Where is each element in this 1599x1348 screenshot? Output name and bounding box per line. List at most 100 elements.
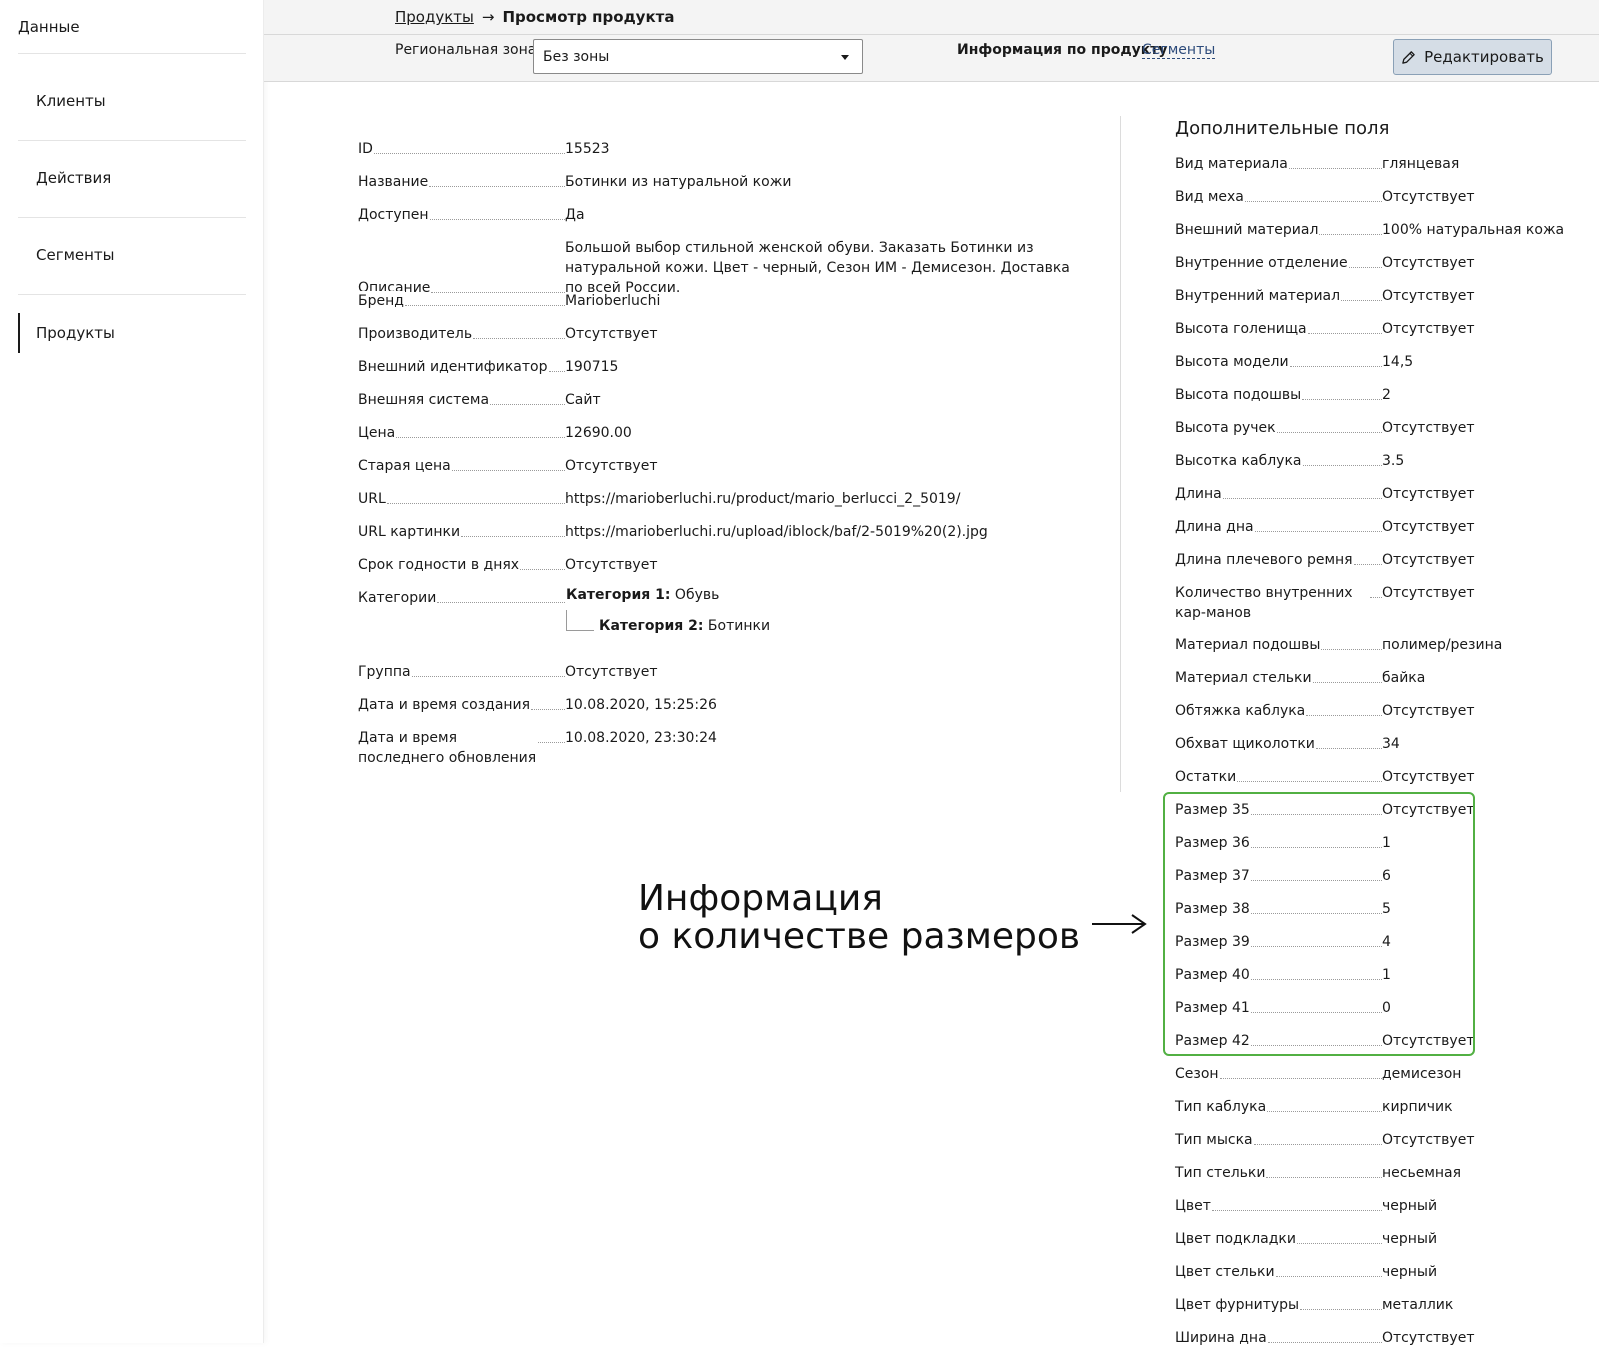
field-label: Высота голенища xyxy=(1175,319,1308,339)
field-label: Внешняя система xyxy=(358,390,491,410)
field-value: 12690.00 xyxy=(565,425,632,441)
field-label: Длина плечевого ремня xyxy=(1175,550,1354,570)
product-url[interactable]: https://marioberluchi.ru/product/mario_b… xyxy=(565,489,1087,509)
pencil-icon xyxy=(1402,50,1415,64)
field-label: Тип стельки xyxy=(1175,1163,1267,1183)
extra-field-row: Внутренние отделение Отсутствует xyxy=(1175,253,1592,273)
field-label: Внутренний материал xyxy=(1175,286,1342,306)
field-value: Отсутствует xyxy=(1382,189,1475,205)
sidebar-title: Данные xyxy=(18,18,80,36)
extra-field-row: Тип каблука кирпичик xyxy=(1175,1097,1592,1117)
extra-field-row: Материал стельки байка xyxy=(1175,668,1592,688)
edit-button[interactable]: Редактировать xyxy=(1393,39,1552,75)
field-label: Название xyxy=(358,172,430,192)
extra-field-row: Цвет стельки черный xyxy=(1175,1262,1592,1282)
field-value: Отсутствует xyxy=(1382,1132,1475,1148)
extra-field-row: Высота подошвы 2 xyxy=(1175,385,1592,405)
field-value: Отсутствует xyxy=(565,557,658,573)
field-row-price: Цена 12690.00 xyxy=(358,423,1087,443)
field-label: Обтяжка каблука xyxy=(1175,701,1307,721)
sidebar-item-segments[interactable]: Сегменты xyxy=(18,235,246,275)
field-value: черный xyxy=(1382,1264,1438,1280)
field-label: Категории xyxy=(358,588,438,608)
extra-field-row: Ширина дна Отсутствует xyxy=(1175,1328,1592,1348)
extra-field-row: Высота модели 14,5 xyxy=(1175,352,1592,372)
extra-field-row: Цвет черный xyxy=(1175,1196,1592,1216)
field-value: Сайт xyxy=(565,392,601,408)
field-value: Большой выбор стильной женской обуви. За… xyxy=(565,240,1070,296)
sidebar-item-actions[interactable]: Действия xyxy=(18,158,246,198)
field-label: Длина дна xyxy=(1175,517,1255,537)
field-label: Дата и время создания xyxy=(358,695,532,715)
breadcrumb-link-products[interactable]: Продукты xyxy=(395,8,474,26)
page-title: Просмотр продукта xyxy=(502,8,675,26)
category-2-value: Ботинки xyxy=(707,618,771,634)
sidebar-item-clients[interactable]: Клиенты xyxy=(18,81,246,121)
divider xyxy=(18,294,246,295)
field-row-categories: Категории xyxy=(358,588,1087,608)
breadcrumb-arrow-icon: → xyxy=(481,8,495,26)
field-value: демисезон xyxy=(1382,1066,1462,1082)
extra-field-row: Обхват щиколотки 34 xyxy=(1175,734,1592,754)
field-label: Высотка каблука xyxy=(1175,451,1303,471)
tree-line xyxy=(566,610,567,630)
extra-field-row: Внутренний материал Отсутствует xyxy=(1175,286,1592,306)
divider xyxy=(18,140,246,141)
breadcrumb: Продукты → Просмотр продукта xyxy=(395,8,674,26)
field-label: Высота подошвы xyxy=(1175,385,1303,405)
field-label: ID xyxy=(358,139,374,159)
zone-label: Региональная зона xyxy=(395,42,537,58)
field-value: 2 xyxy=(1382,387,1391,403)
field-label: Внутренние отделение xyxy=(1175,253,1349,273)
divider xyxy=(18,217,246,218)
field-label: Остатки xyxy=(1175,767,1238,787)
extra-field-row: Тип стельки несьемная xyxy=(1175,1163,1592,1183)
field-value: Отсутствует xyxy=(1382,288,1475,304)
annotation-line-1: Информация xyxy=(638,878,883,919)
field-value: полимер/резина xyxy=(1382,637,1503,653)
field-label: Внешний идентификатор xyxy=(358,357,549,377)
field-label: Дата и время последнего обновления xyxy=(358,728,538,768)
extra-field-row: Цвет фурнитуры металлик xyxy=(1175,1295,1592,1315)
field-label: Цвет подкладки xyxy=(1175,1229,1297,1249)
extra-field-row: Высота ручек Отсутствует xyxy=(1175,418,1592,438)
field-label: Цвет стельки xyxy=(1175,1262,1276,1282)
field-value: Отсутствует xyxy=(1382,552,1475,568)
field-label: Обхват щиколотки xyxy=(1175,734,1316,754)
field-value: 3.5 xyxy=(1382,453,1405,469)
product-image-url[interactable]: https://marioberluchi.ru/upload/iblock/b… xyxy=(565,522,1087,542)
field-value: 100% натуральная кожа xyxy=(1382,222,1565,238)
field-row-description: Описание Большой выбор стильной женской … xyxy=(358,238,1087,298)
field-value: кирпичик xyxy=(1382,1099,1453,1115)
tab-segments[interactable]: Сегменты xyxy=(1142,42,1216,59)
field-value: 10.08.2020, 23:30:24 xyxy=(565,730,717,746)
zone-select[interactable]: Без зоны xyxy=(533,39,863,74)
category-1-label: Категория 1: xyxy=(566,587,671,603)
field-value: Да xyxy=(565,207,585,223)
edit-button-label: Редактировать xyxy=(1424,48,1544,66)
sidebar-item-products[interactable]: Продукты xyxy=(18,313,246,353)
extra-field-row: Материал подошвы полимер/резина xyxy=(1175,635,1592,655)
field-value: Отсутствует xyxy=(1382,585,1475,601)
field-value: несьемная xyxy=(1382,1165,1462,1181)
field-value: Отсутствует xyxy=(565,664,658,680)
field-row-brand: Бренд Marioberluchi xyxy=(358,291,1087,311)
tab-product-info[interactable]: Информация по продукту xyxy=(957,42,1168,58)
field-value: Отсутствует xyxy=(1382,321,1475,337)
extra-field-row: Внешний материал 100% натуральная кожа xyxy=(1175,220,1592,240)
field-row-created: Дата и время создания 10.08.2020, 15:25:… xyxy=(358,695,1087,715)
field-value: 190715 xyxy=(565,359,619,375)
field-value: Отсутствует xyxy=(1382,486,1475,502)
extra-field-row: Цвет подкладки черный xyxy=(1175,1229,1592,1249)
section-title: Дополнительные поля xyxy=(1175,118,1390,139)
column-divider xyxy=(1120,116,1121,792)
field-row-available: Доступен Да xyxy=(358,205,1087,225)
field-label: Ширина дна xyxy=(1175,1328,1268,1348)
category-1-value: Обувь xyxy=(674,587,720,603)
field-value: Отсутствует xyxy=(1382,519,1475,535)
field-label: Вид материала xyxy=(1175,154,1289,174)
field-row-name: Название Ботинки из натуральной кожи xyxy=(358,172,1087,192)
field-value: 34 xyxy=(1382,736,1400,752)
field-value: металлик xyxy=(1382,1297,1454,1313)
field-label: Цвет фурнитуры xyxy=(1175,1295,1301,1315)
